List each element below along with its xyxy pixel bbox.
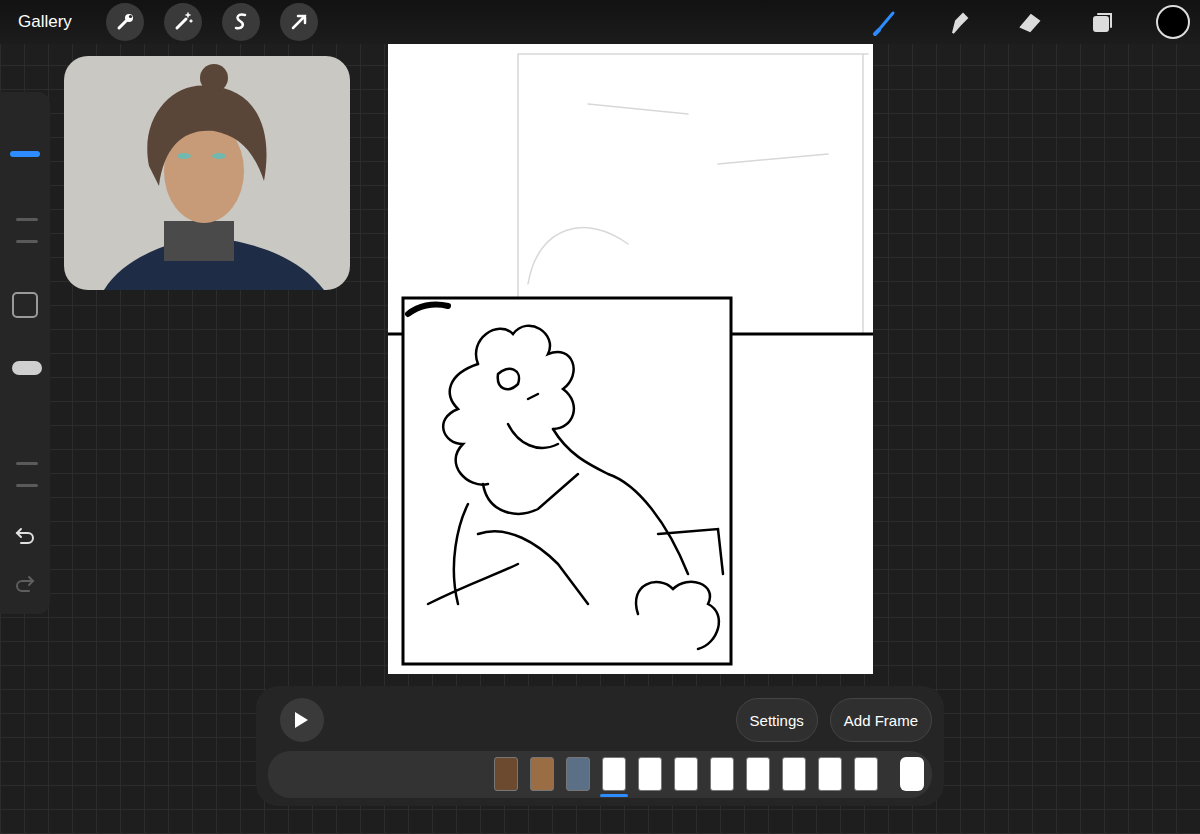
frame-item[interactable] [600, 757, 628, 797]
frame-selection-bar [744, 794, 772, 797]
frame-item[interactable] [636, 757, 664, 797]
frame-selection-bar [892, 794, 920, 797]
top-bar: Gallery [0, 0, 1200, 44]
modify-button[interactable] [12, 292, 38, 318]
frame-selection-bar [492, 794, 520, 797]
frame-item[interactable] [528, 757, 556, 797]
frame-selection-bar [816, 794, 844, 797]
frame-selection-bar [852, 794, 880, 797]
drawing-canvas[interactable] [388, 44, 873, 674]
layers-icon[interactable] [1084, 4, 1120, 40]
frame-selection-bar [780, 794, 808, 797]
frame-item[interactable] [492, 757, 520, 797]
panel-button[interactable]: Settings [736, 698, 818, 742]
frame-item[interactable] [780, 757, 808, 797]
undo-icon[interactable] [6, 516, 44, 554]
sidebar [0, 92, 50, 614]
add-frame-slot[interactable] [888, 757, 924, 797]
frame-thumbnail [494, 757, 518, 791]
color-swatch[interactable] [1156, 5, 1190, 39]
selection-icon[interactable] [222, 3, 260, 41]
frame-selection-bar [600, 794, 628, 797]
frame-thumbnail [746, 757, 770, 791]
frame-item[interactable] [816, 757, 844, 797]
wand-icon[interactable] [164, 3, 202, 41]
frame-thumbnail [674, 757, 698, 791]
opacity-handle[interactable] [12, 361, 42, 375]
play-icon[interactable] [280, 698, 324, 742]
frame-selection-bar [672, 794, 700, 797]
size-handle[interactable] [10, 151, 40, 157]
smudge-icon[interactable] [940, 4, 976, 40]
frame-thumbnail [854, 757, 878, 791]
wrench-icon[interactable] [106, 3, 144, 41]
frame-thumbnail [602, 757, 626, 791]
frame-thumbnail [818, 757, 842, 791]
frame-selection-bar [528, 794, 556, 797]
workspace: Settings Add Frame [0, 44, 1200, 834]
frame-item[interactable] [744, 757, 772, 797]
panel-button[interactable]: Add Frame [830, 698, 932, 742]
procreate-app: Gallery Settings Add Frame [0, 0, 1200, 834]
frame-thumbnail [638, 757, 662, 791]
frame-thumbnail [782, 757, 806, 791]
frame-selection-bar [636, 794, 664, 797]
frame-item[interactable] [852, 757, 880, 797]
animation-assist-panel: Settings Add Frame [256, 686, 944, 806]
brush-icon[interactable] [868, 4, 904, 40]
eraser-icon[interactable] [1012, 4, 1048, 40]
frame-item[interactable] [672, 757, 700, 797]
frame-item[interactable] [708, 757, 736, 797]
redo-icon[interactable] [6, 564, 44, 602]
gallery-button[interactable]: Gallery [18, 12, 72, 32]
frame-thumbnail [710, 757, 734, 791]
frame-thumbnail [530, 757, 554, 791]
frame-item[interactable] [564, 757, 592, 797]
frame-selection-bar [708, 794, 736, 797]
opacity-slider[interactable] [7, 346, 43, 506]
brush-size-slider[interactable] [7, 102, 43, 262]
frame-selection-bar [564, 794, 592, 797]
frame-thumbnail [566, 757, 590, 791]
transform-icon[interactable] [280, 3, 318, 41]
reference-image[interactable] [64, 56, 350, 290]
frame-timeline[interactable] [268, 751, 932, 798]
blank-frame [900, 757, 924, 791]
